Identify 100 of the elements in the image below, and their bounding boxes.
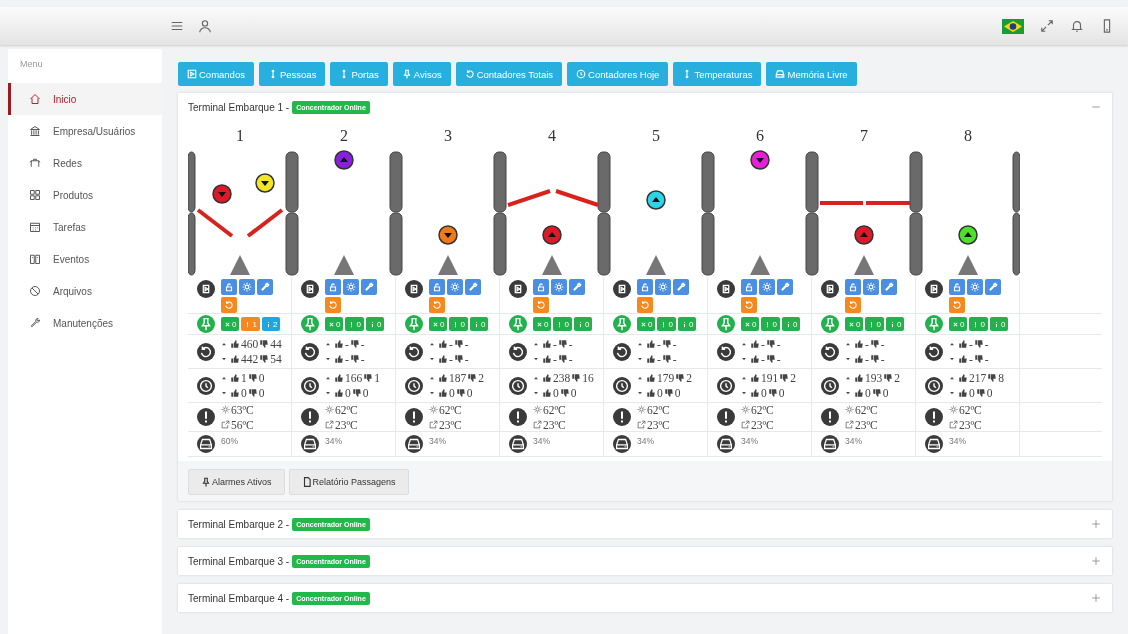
alarm-count: 0 (772, 319, 777, 329)
rotate-icon (613, 342, 631, 361)
thumbs-down-icon (661, 339, 672, 349)
count-value: - (776, 338, 781, 350)
settings-button[interactable] (967, 279, 983, 295)
thumbs-up-icon (542, 339, 552, 349)
alarm-count: 2 (272, 319, 278, 329)
cpu-temperature: 62ºC (439, 403, 462, 416)
count-value: 187 (449, 372, 467, 384)
play-icon[interactable] (509, 280, 527, 298)
fullscreen-icon[interactable] (1040, 19, 1054, 33)
thumbs-down-icon (765, 354, 776, 364)
sidebar-item[interactable]: Arquivos (8, 275, 162, 307)
expand-icon[interactable] (1090, 555, 1102, 567)
settings-button[interactable] (239, 279, 255, 295)
maintenance-button[interactable] (985, 279, 1001, 295)
maintenance-button[interactable] (257, 279, 273, 295)
alarm-count: 0 (232, 319, 237, 329)
alarm-count: 0 (896, 319, 902, 329)
rotate-icon (464, 69, 475, 79)
count-value: - (568, 338, 573, 350)
sidebar-item[interactable]: Tarefas (8, 211, 162, 243)
reset-button[interactable] (845, 297, 861, 313)
reset-button[interactable] (637, 297, 653, 313)
unlock-button[interactable] (741, 279, 757, 295)
settings-button[interactable] (759, 279, 775, 295)
settings-button[interactable] (447, 279, 463, 295)
play-icon[interactable] (301, 280, 319, 298)
flag-icon[interactable] (1002, 18, 1024, 34)
expand-icon[interactable] (1090, 518, 1102, 530)
reset-button[interactable] (949, 297, 965, 313)
alarm-count: 0 (480, 319, 486, 329)
caret-down-icon (741, 356, 747, 362)
sidebar-item[interactable]: Redes (8, 147, 162, 179)
thumbs-down-icon (661, 354, 672, 364)
maintenance-button[interactable] (465, 279, 481, 295)
unlock-button[interactable] (429, 279, 445, 295)
thumbs-up-icon (438, 388, 448, 398)
share-icon (533, 420, 542, 429)
reset-button[interactable] (741, 297, 757, 313)
unlock-button[interactable] (637, 279, 653, 295)
exclamation-icon (197, 408, 215, 426)
triangle-marker (958, 255, 978, 275)
bell-icon[interactable] (1070, 19, 1084, 33)
free-memory: 34% (741, 435, 758, 446)
play-icon[interactable] (197, 280, 215, 298)
caret-up-icon (429, 375, 435, 381)
unlock-button[interactable] (221, 279, 237, 295)
thumbs-up-icon (438, 339, 448, 349)
user-icon[interactable] (198, 19, 212, 33)
maintenance-button[interactable] (777, 279, 793, 295)
free-memory: 34% (325, 435, 342, 446)
play-icon[interactable] (717, 280, 735, 298)
triangle-marker (854, 255, 874, 275)
reset-button[interactable] (429, 297, 445, 313)
sidebar-item[interactable]: Produtos (8, 179, 162, 211)
gear-icon (221, 405, 230, 414)
settings-button[interactable] (655, 279, 671, 295)
menu-icon[interactable] (170, 19, 184, 33)
reset-button[interactable] (325, 297, 341, 313)
drive-icon (717, 435, 735, 453)
thumbs-up-icon (230, 373, 240, 383)
unlock-button[interactable] (949, 279, 965, 295)
expand-icon[interactable] (1090, 592, 1102, 604)
unlock-button[interactable] (845, 279, 861, 295)
count-value: - (865, 338, 869, 350)
settings-button[interactable] (863, 279, 879, 295)
play-icon[interactable] (925, 280, 943, 298)
thumbs-up-icon (958, 339, 968, 349)
thumbs-up-icon (646, 339, 656, 349)
reset-button[interactable] (221, 297, 237, 313)
thumbs-up-icon (438, 354, 448, 364)
maintenance-button[interactable] (881, 279, 897, 295)
play-icon[interactable] (613, 280, 631, 298)
thumbs-down-icon (349, 354, 360, 364)
alarm-count: 0 (668, 319, 673, 329)
reset-button[interactable] (533, 297, 549, 313)
settings-button[interactable] (551, 279, 567, 295)
exclamation-icon (613, 408, 631, 426)
sidebar-item[interactable]: Eventos (8, 243, 162, 275)
count-value: - (360, 338, 365, 350)
unlock-button[interactable] (325, 279, 341, 295)
play-icon[interactable] (405, 280, 423, 298)
action-button[interactable]: Relatório Passagens (288, 469, 409, 495)
sidebar-item[interactable]: Empresa/Usuários (8, 115, 162, 147)
terminal-title: Terminal Embarque 4 - (188, 592, 290, 604)
clock-icon (405, 376, 423, 395)
settings-button[interactable] (343, 279, 359, 295)
unlock-button[interactable] (533, 279, 549, 295)
maintenance-button[interactable] (569, 279, 585, 295)
thumbs-up-icon (854, 339, 864, 349)
maintenance-button[interactable] (361, 279, 377, 295)
sidebar-item[interactable]: Manutenções (8, 307, 162, 339)
caret-up-icon (741, 375, 747, 381)
play-icon[interactable] (821, 280, 839, 298)
maintenance-button[interactable] (673, 279, 689, 295)
sidebar-item[interactable]: Inicio (8, 83, 162, 115)
action-button[interactable]: Alarmes Ativos (188, 469, 285, 495)
caret-down-icon (845, 390, 851, 396)
count-value: 2 (790, 372, 796, 384)
